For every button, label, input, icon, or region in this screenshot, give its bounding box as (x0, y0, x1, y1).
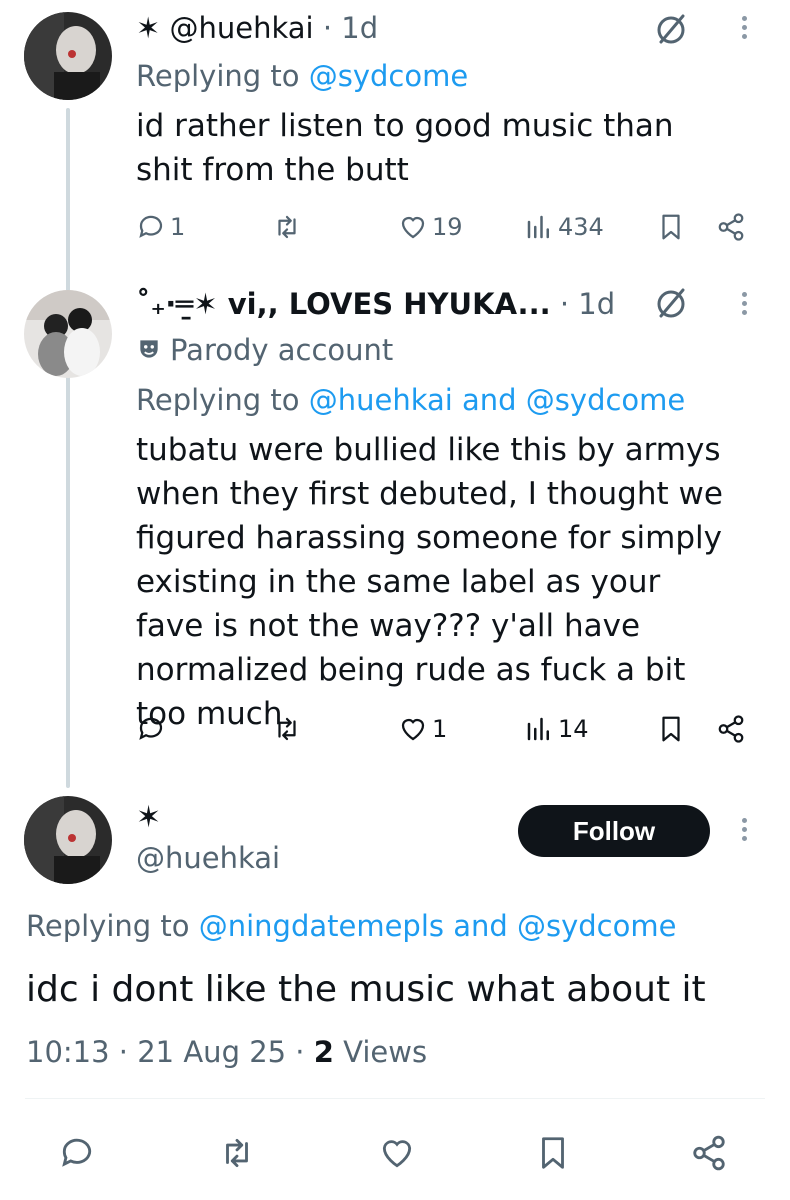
retweet-button[interactable] (218, 1134, 256, 1172)
bookmark-icon (542, 1137, 564, 1169)
share-button[interactable] (716, 212, 746, 242)
tweet2-header: ˚₊‧═̱✶ vi,, LOVES HYUKA... · 1d (136, 286, 615, 322)
bookmark-icon (662, 716, 680, 742)
bookmark-button[interactable] (656, 212, 686, 242)
more-icon[interactable] (737, 814, 751, 845)
replying-label: Replying to (136, 59, 300, 93)
retweet-button[interactable] (272, 212, 306, 242)
like-count: 19 (432, 213, 463, 241)
main-views-count: 2 (313, 1035, 334, 1069)
grok-icon[interactable] (653, 12, 689, 52)
more-icon[interactable] (737, 288, 751, 319)
reply-icon (139, 717, 163, 740)
replying-link[interactable]: @huehkai and @sydcome (309, 383, 686, 417)
views-button[interactable]: 434 (524, 212, 604, 242)
like-icon (401, 718, 425, 741)
reply-button[interactable]: 1 (136, 212, 185, 242)
avatar-main-huehkai[interactable] (24, 796, 112, 884)
replying-link[interactable]: @ningdatemepls and @sydcome (199, 909, 677, 943)
tweet1-header: ✶ @huehkai · 1d (136, 10, 378, 46)
views-icon (527, 717, 549, 741)
tweet1-replying: Replying to @sydcome (136, 58, 468, 94)
share-icon (718, 213, 744, 241)
tweet1-name[interactable]: ✶ @huehkai (136, 11, 314, 45)
tweet2-time[interactable]: · 1d (560, 287, 615, 321)
reply-button[interactable] (58, 1134, 96, 1172)
main-tweet-text: idc i dont like the music what about it (26, 969, 706, 1010)
replying-link[interactable]: @sydcome (309, 59, 468, 93)
main-display-name[interactable]: ✶ (136, 800, 161, 836)
main-handle[interactable]: @huehkai (136, 840, 280, 876)
reply-icon (62, 1138, 92, 1167)
parody-label: Parody account (170, 333, 394, 367)
parody-badge: Parody account (136, 332, 393, 370)
share-icon (718, 715, 744, 743)
tweet2-replying: Replying to @huehkai and @sydcome (136, 382, 685, 418)
bookmark-icon (662, 214, 680, 240)
retweet-button[interactable] (272, 714, 306, 744)
grok-icon[interactable] (653, 286, 689, 326)
main-replying: Replying to @ningdatemepls and @sydcome (26, 908, 676, 944)
tweet1-text: id rather listen to good music than shit… (136, 108, 674, 188)
like-button[interactable]: 1 (398, 714, 447, 744)
more-icon[interactable] (737, 12, 751, 43)
reply-count: 1 (170, 213, 186, 241)
retweet-icon (278, 215, 296, 239)
follow-button[interactable]: Follow (518, 805, 710, 857)
like-button[interactable]: 19 (398, 212, 463, 242)
bookmark-button[interactable] (534, 1134, 572, 1172)
like-icon (382, 1140, 412, 1168)
views-count: 434 (558, 213, 604, 241)
tweet2-text: tubatu were bullied like this by armys w… (136, 432, 723, 732)
retweet-icon (278, 717, 296, 741)
reply-icon (139, 215, 163, 238)
bookmark-button[interactable] (656, 714, 686, 744)
share-button[interactable] (716, 714, 746, 744)
share-button[interactable] (690, 1134, 728, 1172)
parody-mask-icon (136, 334, 162, 370)
like-count: 1 (432, 715, 448, 743)
divider (25, 1098, 765, 1099)
main-timestamp[interactable]: 10:13 · 21 Aug 25 · (26, 1035, 305, 1069)
main-views-label: Views (343, 1035, 428, 1069)
main-timestamp-row: 10:13 · 21 Aug 25 · 2 Views (26, 1034, 427, 1070)
like-button[interactable] (378, 1134, 416, 1172)
like-icon (401, 216, 425, 239)
replying-label: Replying to (26, 909, 190, 943)
reply-button[interactable] (136, 714, 170, 744)
avatar-huehkai[interactable] (24, 12, 112, 100)
views-button[interactable]: 14 (524, 714, 589, 744)
replying-label: Replying to (136, 383, 300, 417)
retweet-icon (226, 1138, 248, 1168)
views-icon (527, 215, 549, 239)
share-icon (693, 1135, 725, 1171)
avatar-vi[interactable] (24, 290, 112, 378)
thread-connector (66, 108, 70, 788)
tweet2-name[interactable]: ˚₊‧═̱✶ vi,, LOVES HYUKA... (136, 287, 551, 321)
views-count: 14 (558, 715, 589, 743)
tweet1-time[interactable]: · 1d (323, 11, 378, 45)
